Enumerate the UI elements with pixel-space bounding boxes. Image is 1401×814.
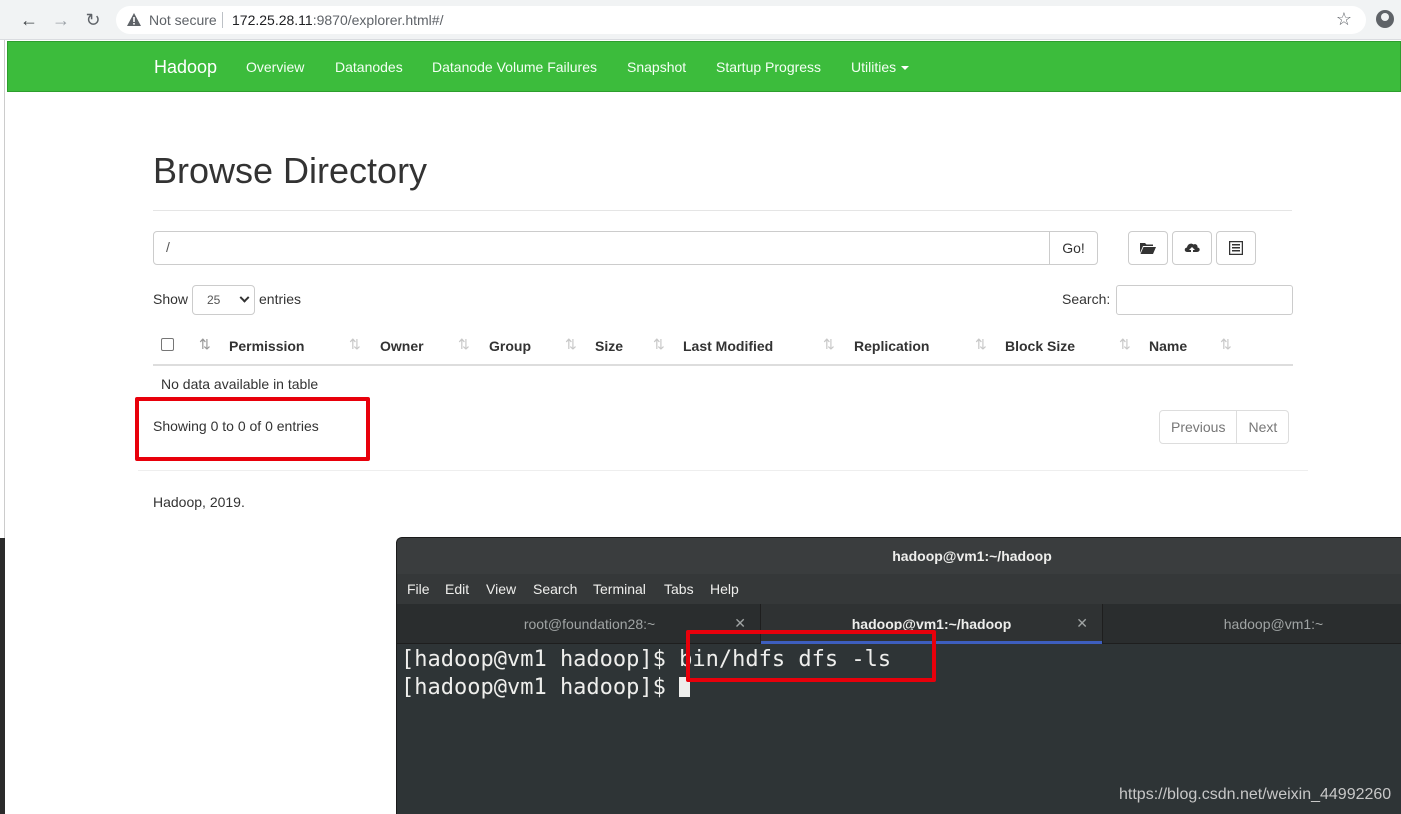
brand-link[interactable]: Hadoop [154, 57, 217, 78]
menu-help[interactable]: Help [710, 581, 739, 597]
terminal-title: hadoop@vm1:~/hadoop [892, 548, 1052, 564]
caret-down-icon [901, 66, 910, 71]
nav-overview[interactable]: Overview [246, 59, 304, 75]
back-arrow-icon[interactable]: ← [17, 8, 41, 32]
hadoop-navbar: Hadoop Overview Datanodes Datanode Volum… [7, 41, 1401, 92]
separator [222, 12, 223, 28]
table-header: ⇅ Permission ⇅ Owner ⇅ Group ⇅ Size ⇅ La… [153, 328, 1293, 366]
page-title: Browse Directory [153, 150, 428, 191]
show-label: Show [153, 291, 189, 307]
profile-avatar-icon[interactable] [1376, 10, 1394, 28]
nav-startup-progress[interactable]: Startup Progress [716, 59, 821, 75]
browser-toolbar: ← → ↻ Not secure 172.25.28.11:9870/explo… [0, 0, 1401, 40]
entries-per-page-select[interactable]: 25 [192, 285, 255, 315]
search-label: Search: [1062, 291, 1111, 307]
sort-icon[interactable]: ⇅ [823, 336, 835, 353]
menu-terminal[interactable]: Terminal [593, 581, 646, 597]
watermark-text: https://blog.csdn.net/weixin_44992260 [1119, 786, 1392, 803]
cut-paste-button[interactable] [1216, 231, 1256, 265]
previous-button[interactable]: Previous [1159, 410, 1238, 444]
next-button[interactable]: Next [1237, 410, 1290, 444]
column-size[interactable]: Size [595, 338, 623, 354]
sort-icon[interactable]: ⇅ [349, 336, 361, 353]
column-permission[interactable]: Permission [229, 338, 304, 354]
cloud-upload-icon [1184, 243, 1200, 254]
nav-volume-failures[interactable]: Datanode Volume Failures [432, 59, 597, 75]
menu-search[interactable]: Search [533, 581, 577, 597]
menu-edit[interactable]: Edit [445, 581, 469, 597]
upload-button[interactable] [1172, 231, 1212, 265]
sort-asc-icon[interactable]: ⇅ [199, 336, 211, 353]
address-bar[interactable]: Not secure 172.25.28.11:9870/explorer.ht… [116, 6, 1366, 34]
entries-label: entries [259, 291, 302, 307]
red-highlight-box [686, 630, 936, 682]
sort-icon[interactable]: ⇅ [458, 336, 470, 353]
column-block-size[interactable]: Block Size [1005, 338, 1075, 354]
chevron-down-icon [239, 292, 250, 303]
pagination: Previous Next [1159, 410, 1290, 444]
bookmark-star-icon[interactable]: ☆ [1336, 9, 1352, 30]
terminal-tab-hadoop-home[interactable]: hadoop@vm1:~ [1103, 604, 1401, 644]
left-window-edge [0, 40, 5, 814]
security-label[interactable]: Not secure [149, 12, 217, 28]
sort-icon[interactable]: ⇅ [565, 336, 577, 353]
column-group[interactable]: Group [489, 338, 531, 354]
directory-path-input[interactable]: / [153, 231, 1050, 265]
reload-icon[interactable]: ↻ [81, 8, 105, 32]
column-owner[interactable]: Owner [380, 338, 424, 354]
sort-icon[interactable]: ⇅ [653, 336, 665, 353]
footer-text: Hadoop, 2019. [153, 494, 245, 510]
sort-icon[interactable]: ⇅ [1220, 336, 1232, 353]
column-name[interactable]: Name [1149, 338, 1187, 354]
forward-arrow-icon[interactable]: → [49, 8, 73, 32]
select-all-checkbox[interactable] [161, 338, 174, 351]
folder-open-icon [1140, 243, 1156, 254]
menu-tabs[interactable]: Tabs [664, 581, 694, 597]
menu-view[interactable]: View [486, 581, 516, 597]
sort-icon[interactable]: ⇅ [975, 336, 987, 353]
create-directory-button[interactable] [1128, 231, 1168, 265]
nav-utilities-dropdown[interactable]: Utilities [851, 59, 910, 75]
terminal-line-2: [hadoop@vm1 hadoop]$ [401, 675, 691, 700]
table-search-input[interactable] [1116, 285, 1293, 315]
list-alt-icon [1229, 241, 1243, 255]
close-icon[interactable]: ✕ [1076, 615, 1088, 632]
menu-file[interactable]: File [407, 581, 430, 597]
warning-triangle-icon[interactable] [126, 12, 142, 28]
red-highlight-box [135, 397, 370, 461]
footer-divider [138, 470, 1308, 471]
divider [153, 210, 1292, 211]
terminal-titlebar[interactable]: hadoop@vm1:~/hadoop [397, 538, 1401, 574]
terminal-menubar: File Edit View Search Terminal Tabs Help [397, 574, 1401, 604]
column-replication[interactable]: Replication [854, 338, 929, 354]
nav-datanodes[interactable]: Datanodes [335, 59, 403, 75]
url-text[interactable]: 172.25.28.11:9870/explorer.html#/ [232, 12, 443, 28]
column-last-modified[interactable]: Last Modified [683, 338, 773, 354]
empty-table-message: No data available in table [161, 376, 319, 392]
go-button[interactable]: Go! [1049, 231, 1098, 265]
nav-snapshot[interactable]: Snapshot [627, 59, 686, 75]
sort-icon[interactable]: ⇅ [1119, 336, 1131, 353]
